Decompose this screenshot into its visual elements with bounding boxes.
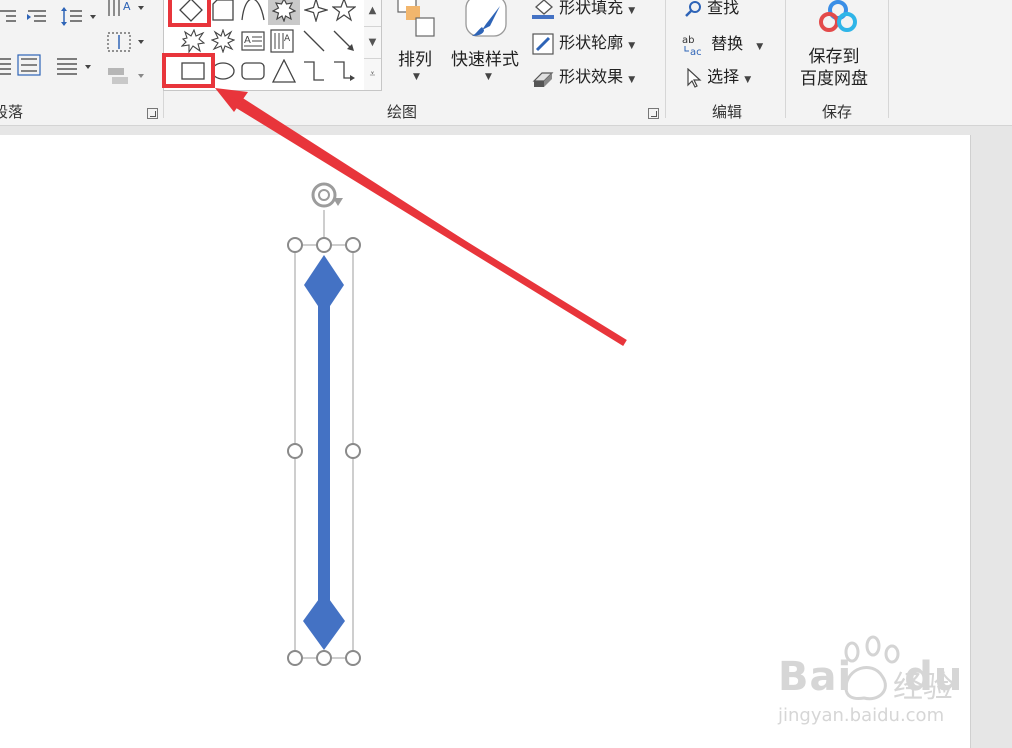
- resize-handle-bottom-left[interactable]: [287, 650, 303, 666]
- resize-handle-bottom-right[interactable]: [345, 650, 361, 666]
- resize-handle-top-right[interactable]: [345, 237, 361, 253]
- canvas-overlay: [215, 88, 900, 701]
- rotate-handle-icon[interactable]: [311, 182, 343, 208]
- resize-handle-bottom[interactable]: [316, 650, 332, 666]
- red-pointer-arrow: [215, 88, 627, 346]
- resize-handle-top[interactable]: [316, 237, 332, 253]
- resize-handle-right[interactable]: [345, 443, 361, 459]
- resize-handle-top-left[interactable]: [287, 237, 303, 253]
- resize-handle-left[interactable]: [287, 443, 303, 459]
- watermark-url: jingyan.baidu.com: [778, 705, 945, 726]
- selected-double-diamond-line-shape[interactable]: [303, 255, 345, 650]
- watermark-brand-bai: Bai: [778, 654, 853, 700]
- watermark-chinese: 经验: [893, 670, 953, 705]
